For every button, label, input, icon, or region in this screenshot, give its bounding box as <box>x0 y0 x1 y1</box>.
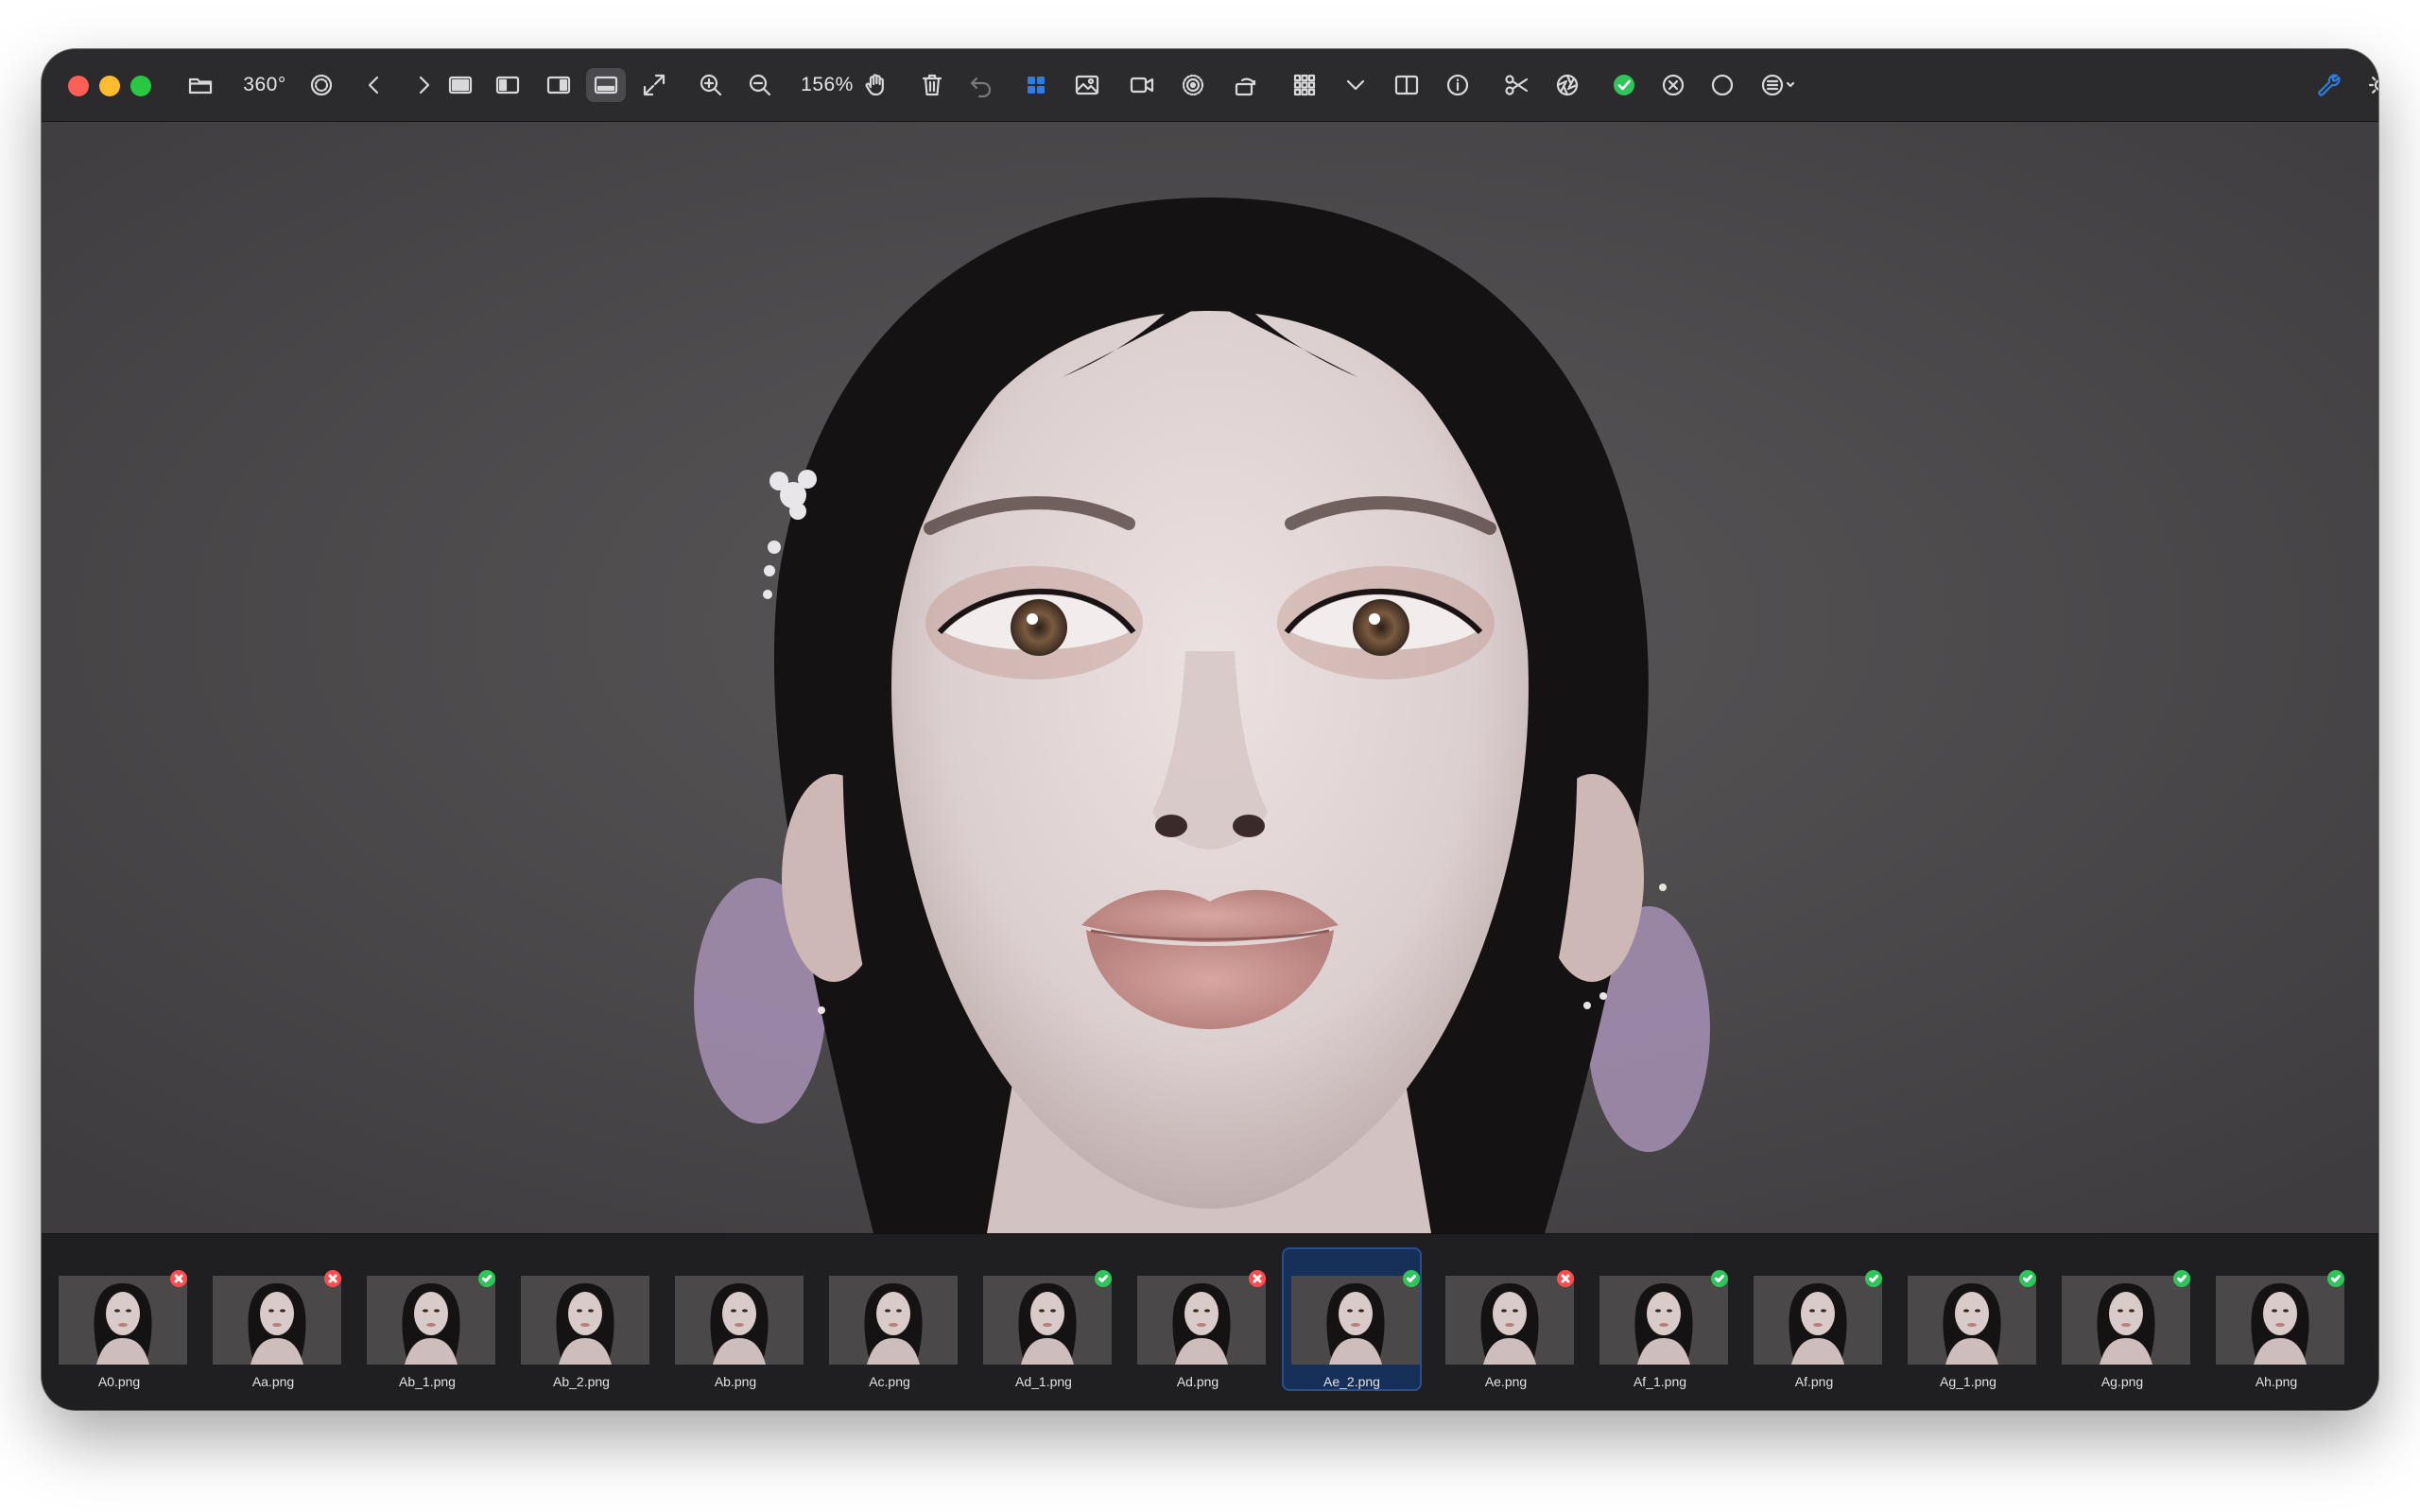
filmstrip-item[interactable]: Aa.png <box>203 1247 343 1391</box>
approved-check-icon <box>1403 1270 1420 1287</box>
approved-check-icon <box>478 1270 495 1287</box>
thumbnail-image <box>1137 1276 1266 1365</box>
thumbnail-filename: A0.png <box>97 1374 141 1389</box>
approved-check-icon <box>2327 1270 2344 1287</box>
thumbnail-image <box>829 1276 958 1365</box>
brightness-icon[interactable] <box>2363 68 2378 102</box>
view-right-panel-icon[interactable] <box>541 68 577 102</box>
filmstrip-item[interactable]: Ae_2.png <box>1282 1247 1422 1391</box>
hand-pan-icon[interactable] <box>858 68 892 102</box>
thumbnail-image <box>2216 1276 2344 1365</box>
view-single-icon[interactable] <box>442 68 478 102</box>
filmstrip-item[interactable]: Ac.png <box>820 1247 959 1391</box>
reject-x-icon[interactable] <box>1656 68 1690 102</box>
filmstrip-item[interactable]: Ad.png <box>1128 1247 1268 1391</box>
maximize-window-button[interactable] <box>130 76 151 96</box>
image-icon[interactable] <box>1070 68 1104 102</box>
image-viewer[interactable] <box>42 122 2378 1233</box>
approve-check-icon[interactable] <box>1607 68 1641 102</box>
approved-check-icon <box>2173 1270 2190 1287</box>
view-filmstrip-icon[interactable] <box>586 68 626 102</box>
thumbnail-image <box>1908 1276 2036 1365</box>
approved-check-icon <box>1865 1270 1882 1287</box>
app-window: 360° 156% A0.png Aa.png Ab_1.png Ab_2.pn… <box>42 49 2378 1410</box>
grid-view-icon[interactable] <box>1019 68 1053 102</box>
fullscreen-expand-icon[interactable] <box>637 68 671 102</box>
thumbnail-image <box>2062 1276 2190 1365</box>
filmstrip-item[interactable]: Ag.png <box>2052 1247 2192 1391</box>
filmstrip-item[interactable]: Ab_2.png <box>511 1247 651 1391</box>
video-icon[interactable] <box>1125 68 1159 102</box>
chevron-down-icon[interactable] <box>1339 68 1373 102</box>
thumbnail-filename: Ab.png <box>714 1374 757 1389</box>
thumbnail-filename: Aa.png <box>251 1374 295 1389</box>
filmstrip-item[interactable]: Af.png <box>1744 1247 1884 1391</box>
thumbnail-image <box>213 1276 341 1365</box>
thumbnail-filename: Ae_2.png <box>1323 1374 1380 1389</box>
live-photo-icon[interactable] <box>1176 68 1210 102</box>
compare-split-icon[interactable] <box>1390 68 1424 102</box>
approved-check-icon <box>2019 1270 2036 1287</box>
portrait-image <box>42 122 2378 1233</box>
filmstrip-item[interactable]: Ab_1.png <box>357 1247 497 1391</box>
thumbnail-image <box>1291 1276 1420 1365</box>
zoom-in-icon[interactable] <box>694 68 728 102</box>
approved-check-icon <box>1711 1270 1728 1287</box>
thumbnail-filename: Ag.png <box>2100 1374 2144 1389</box>
thumbnail-filename: Ag_1.png <box>1940 1374 1996 1389</box>
rejected-x-icon <box>324 1270 341 1287</box>
filmstrip-item[interactable]: Af_1.png <box>1590 1247 1730 1391</box>
folder-icon[interactable] <box>183 68 217 102</box>
undo-icon[interactable] <box>964 68 998 102</box>
view-360-button[interactable]: 360° <box>238 68 291 102</box>
circle-icon[interactable] <box>1705 68 1739 102</box>
info-icon[interactable] <box>1441 68 1475 102</box>
thumbnail-image <box>1445 1276 1574 1365</box>
toolbar: 360° 156% <box>42 49 2378 122</box>
chevron-right-icon[interactable] <box>406 68 441 102</box>
menu-options-icon[interactable] <box>1756 68 1800 102</box>
thumbnail-image <box>1599 1276 1728 1365</box>
thumbnail-filename: Af.png <box>1794 1374 1834 1389</box>
thumbnail-image <box>59 1276 187 1365</box>
thumbnail-filename: Ab_2.png <box>553 1374 610 1389</box>
wrench-icon[interactable] <box>2312 68 2346 102</box>
thumbnail-filename: Ac.png <box>869 1374 910 1389</box>
rotate-icon[interactable] <box>1229 68 1263 102</box>
thumbnail-filename: Ad.png <box>1176 1374 1219 1389</box>
close-window-button[interactable] <box>68 76 89 96</box>
filmstrip-item[interactable]: A0.png <box>49 1247 189 1391</box>
rejected-x-icon <box>1557 1270 1574 1287</box>
thumbnail-image <box>983 1276 1112 1365</box>
rejected-x-icon <box>1249 1270 1266 1287</box>
filmstrip-item[interactable]: Ad_1.png <box>974 1247 1114 1391</box>
scissors-icon[interactable] <box>1499 68 1533 102</box>
thumbnail-filename: Ad_1.png <box>1015 1374 1072 1389</box>
filmstrip-item[interactable]: Ae.png <box>1436 1247 1576 1391</box>
trash-icon[interactable] <box>915 68 949 102</box>
filmstrip-item[interactable]: Ab.png <box>666 1247 805 1391</box>
minimize-window-button[interactable] <box>99 76 120 96</box>
thumbnail-image <box>367 1276 495 1365</box>
thumbnail-grid-icon[interactable] <box>1288 68 1322 102</box>
view-left-panel-icon[interactable] <box>490 68 526 102</box>
rejected-x-icon <box>170 1270 187 1287</box>
thumbnail-filename: Ae.png <box>1484 1374 1528 1389</box>
filmstrip-item[interactable]: Ag_1.png <box>1898 1247 2038 1391</box>
thumbnail-image <box>675 1276 804 1365</box>
filmstrip: A0.png Aa.png Ab_1.png Ab_2.png Ab.png Ac.png… <box>42 1233 2378 1410</box>
smiley-icon[interactable] <box>304 68 338 102</box>
thumbnail-filename: Af_1.png <box>1633 1374 1687 1389</box>
thumbnail-filename: Ab_1.png <box>399 1374 456 1389</box>
aperture-icon[interactable] <box>1550 68 1584 102</box>
filmstrip-item[interactable]: Ah.png <box>2206 1247 2346 1391</box>
thumbnail-image <box>521 1276 649 1365</box>
approved-check-icon <box>1095 1270 1112 1287</box>
zoom-out-icon[interactable] <box>743 68 777 102</box>
chevron-left-icon[interactable] <box>357 68 391 102</box>
thumbnail-image <box>1754 1276 1882 1365</box>
zoom-level[interactable]: 156% <box>796 68 858 102</box>
thumbnail-filename: Ah.png <box>2255 1374 2298 1389</box>
